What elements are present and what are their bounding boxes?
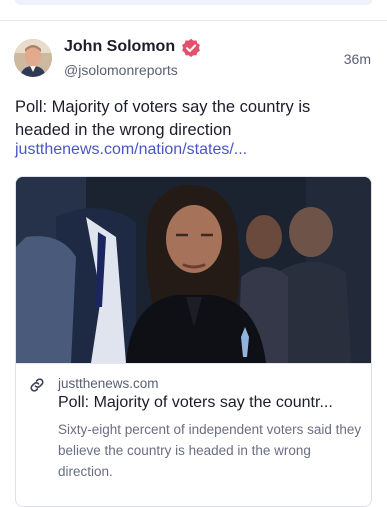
news-photo bbox=[16, 177, 371, 363]
card-body[interactable]: justthenews.com Poll: Majority of voters… bbox=[16, 363, 371, 506]
post-link[interactable]: justthenews.com/nation/states/... bbox=[15, 141, 247, 159]
author-name[interactable]: John Solomon bbox=[64, 38, 175, 56]
post-text: Poll: Majority of voters say the country… bbox=[15, 98, 311, 139]
post-timestamp: 36m bbox=[343, 51, 371, 67]
link-icon bbox=[30, 378, 44, 392]
card-title[interactable]: Poll: Majority of voters say the countr.… bbox=[58, 394, 363, 412]
link-preview-card[interactable]: justthenews.com Poll: Majority of voters… bbox=[15, 176, 372, 507]
verified-badge-icon bbox=[182, 38, 200, 57]
card-domain: justthenews.com bbox=[58, 376, 159, 391]
author-handle[interactable]: @jsolomonreports bbox=[64, 62, 178, 78]
feed-post[interactable]: John Solomon @jsolomonreports 36m Poll: … bbox=[0, 21, 387, 507]
card-description: Sixty-eight percent of independent voter… bbox=[58, 422, 362, 479]
previous-item-edge bbox=[15, 0, 372, 5]
user-avatar-icon[interactable] bbox=[14, 39, 52, 77]
